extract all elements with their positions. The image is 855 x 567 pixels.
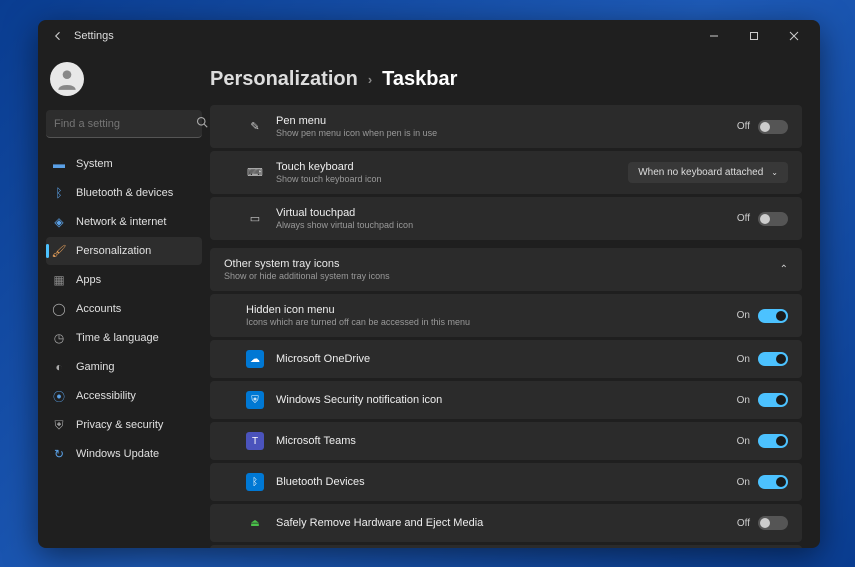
settings-window: Settings ▬System ᛒBluetooth & devices ◈N… <box>38 20 820 548</box>
nav-gaming[interactable]: ◐Gaming <box>46 353 202 381</box>
update-icon: ↻ <box>52 447 66 461</box>
chevron-right-icon: › <box>368 72 372 87</box>
section-other-tray[interactable]: Other system tray iconsShow or hide addi… <box>210 248 802 291</box>
content-area[interactable]: Personalization › Taskbar ✎ Pen menuShow… <box>210 52 820 548</box>
row-windows-security[interactable]: ⛨ Windows Security notification icon On <box>210 381 802 419</box>
toggle-pen-menu[interactable] <box>758 120 788 134</box>
search-box[interactable] <box>46 110 202 138</box>
row-pen-menu[interactable]: ✎ Pen menuShow pen menu icon when pen is… <box>210 105 802 148</box>
close-button[interactable] <box>774 22 814 50</box>
toggle-hidden-icon-menu[interactable] <box>758 309 788 323</box>
titlebar: Settings <box>38 20 820 52</box>
bluetooth-icon: ᛒ <box>52 186 66 200</box>
nav-network[interactable]: ◈Network & internet <box>46 208 202 236</box>
row-vmware-tools[interactable]: vm VMware Tools Core Service On <box>210 545 802 548</box>
nav-accessibility[interactable]: ⦿Accessibility <box>46 382 202 410</box>
shield-icon: ⛨ <box>52 418 66 432</box>
brush-icon: 🖌 <box>52 244 66 258</box>
sidebar: ▬System ᛒBluetooth & devices ◈Network & … <box>38 52 210 548</box>
toggle-eject-media[interactable] <box>758 516 788 530</box>
toggle-virtual-touchpad[interactable] <box>758 212 788 226</box>
row-hidden-icon-menu[interactable]: Hidden icon menuIcons which are turned o… <box>210 294 802 337</box>
minimize-button[interactable] <box>694 22 734 50</box>
eject-icon: ⏏ <box>246 514 264 532</box>
row-teams[interactable]: T Microsoft Teams On <box>210 422 802 460</box>
bt-tray-icon: ᛒ <box>246 473 264 491</box>
toggle-teams[interactable] <box>758 434 788 448</box>
clock-icon: ◷ <box>52 331 66 345</box>
search-icon <box>196 116 208 131</box>
onedrive-icon: ☁ <box>246 350 264 368</box>
page-title: Taskbar <box>382 68 457 91</box>
nav-personalization[interactable]: 🖌Personalization <box>46 237 202 265</box>
row-virtual-touchpad[interactable]: ▭ Virtual touchpadAlways show virtual to… <box>210 197 802 240</box>
back-button[interactable] <box>44 22 72 50</box>
wifi-icon: ◈ <box>52 215 66 229</box>
toggle-onedrive[interactable] <box>758 352 788 366</box>
maximize-button[interactable] <box>734 22 774 50</box>
nav-apps[interactable]: ▦Apps <box>46 266 202 294</box>
accessibility-icon: ⦿ <box>52 389 66 403</box>
breadcrumb-parent[interactable]: Personalization <box>210 68 358 91</box>
row-eject-media[interactable]: ⏏ Safely Remove Hardware and Eject Media… <box>210 504 802 542</box>
toggle-windows-security[interactable] <box>758 393 788 407</box>
nav-accounts[interactable]: ◯Accounts <box>46 295 202 323</box>
row-bluetooth-devices[interactable]: ᛒ Bluetooth Devices On <box>210 463 802 501</box>
keyboard-icon: ⌨ <box>246 164 264 182</box>
gaming-icon: ◐ <box>52 360 66 374</box>
row-touch-keyboard[interactable]: ⌨ Touch keyboardShow touch keyboard icon… <box>210 151 802 194</box>
toggle-bluetooth-devices[interactable] <box>758 475 788 489</box>
touchpad-icon: ▭ <box>246 210 264 228</box>
system-icon: ▬ <box>52 157 66 171</box>
search-input[interactable] <box>54 118 196 130</box>
user-avatar[interactable] <box>50 62 84 96</box>
window-title: Settings <box>74 30 114 42</box>
chevron-up-icon: ⌃ <box>780 264 788 275</box>
dropdown-touch-keyboard[interactable]: When no keyboard attached ⌄ <box>628 162 788 183</box>
nav-update[interactable]: ↻Windows Update <box>46 440 202 468</box>
nav-privacy[interactable]: ⛨Privacy & security <box>46 411 202 439</box>
pen-icon: ✎ <box>246 118 264 136</box>
nav-time[interactable]: ◷Time & language <box>46 324 202 352</box>
accounts-icon: ◯ <box>52 302 66 316</box>
chevron-down-icon: ⌄ <box>771 168 778 177</box>
security-icon: ⛨ <box>246 391 264 409</box>
nav-bluetooth[interactable]: ᛒBluetooth & devices <box>46 179 202 207</box>
teams-icon: T <box>246 432 264 450</box>
apps-icon: ▦ <box>52 273 66 287</box>
row-onedrive[interactable]: ☁ Microsoft OneDrive On <box>210 340 802 378</box>
nav-system[interactable]: ▬System <box>46 150 202 178</box>
breadcrumb: Personalization › Taskbar <box>210 68 802 91</box>
